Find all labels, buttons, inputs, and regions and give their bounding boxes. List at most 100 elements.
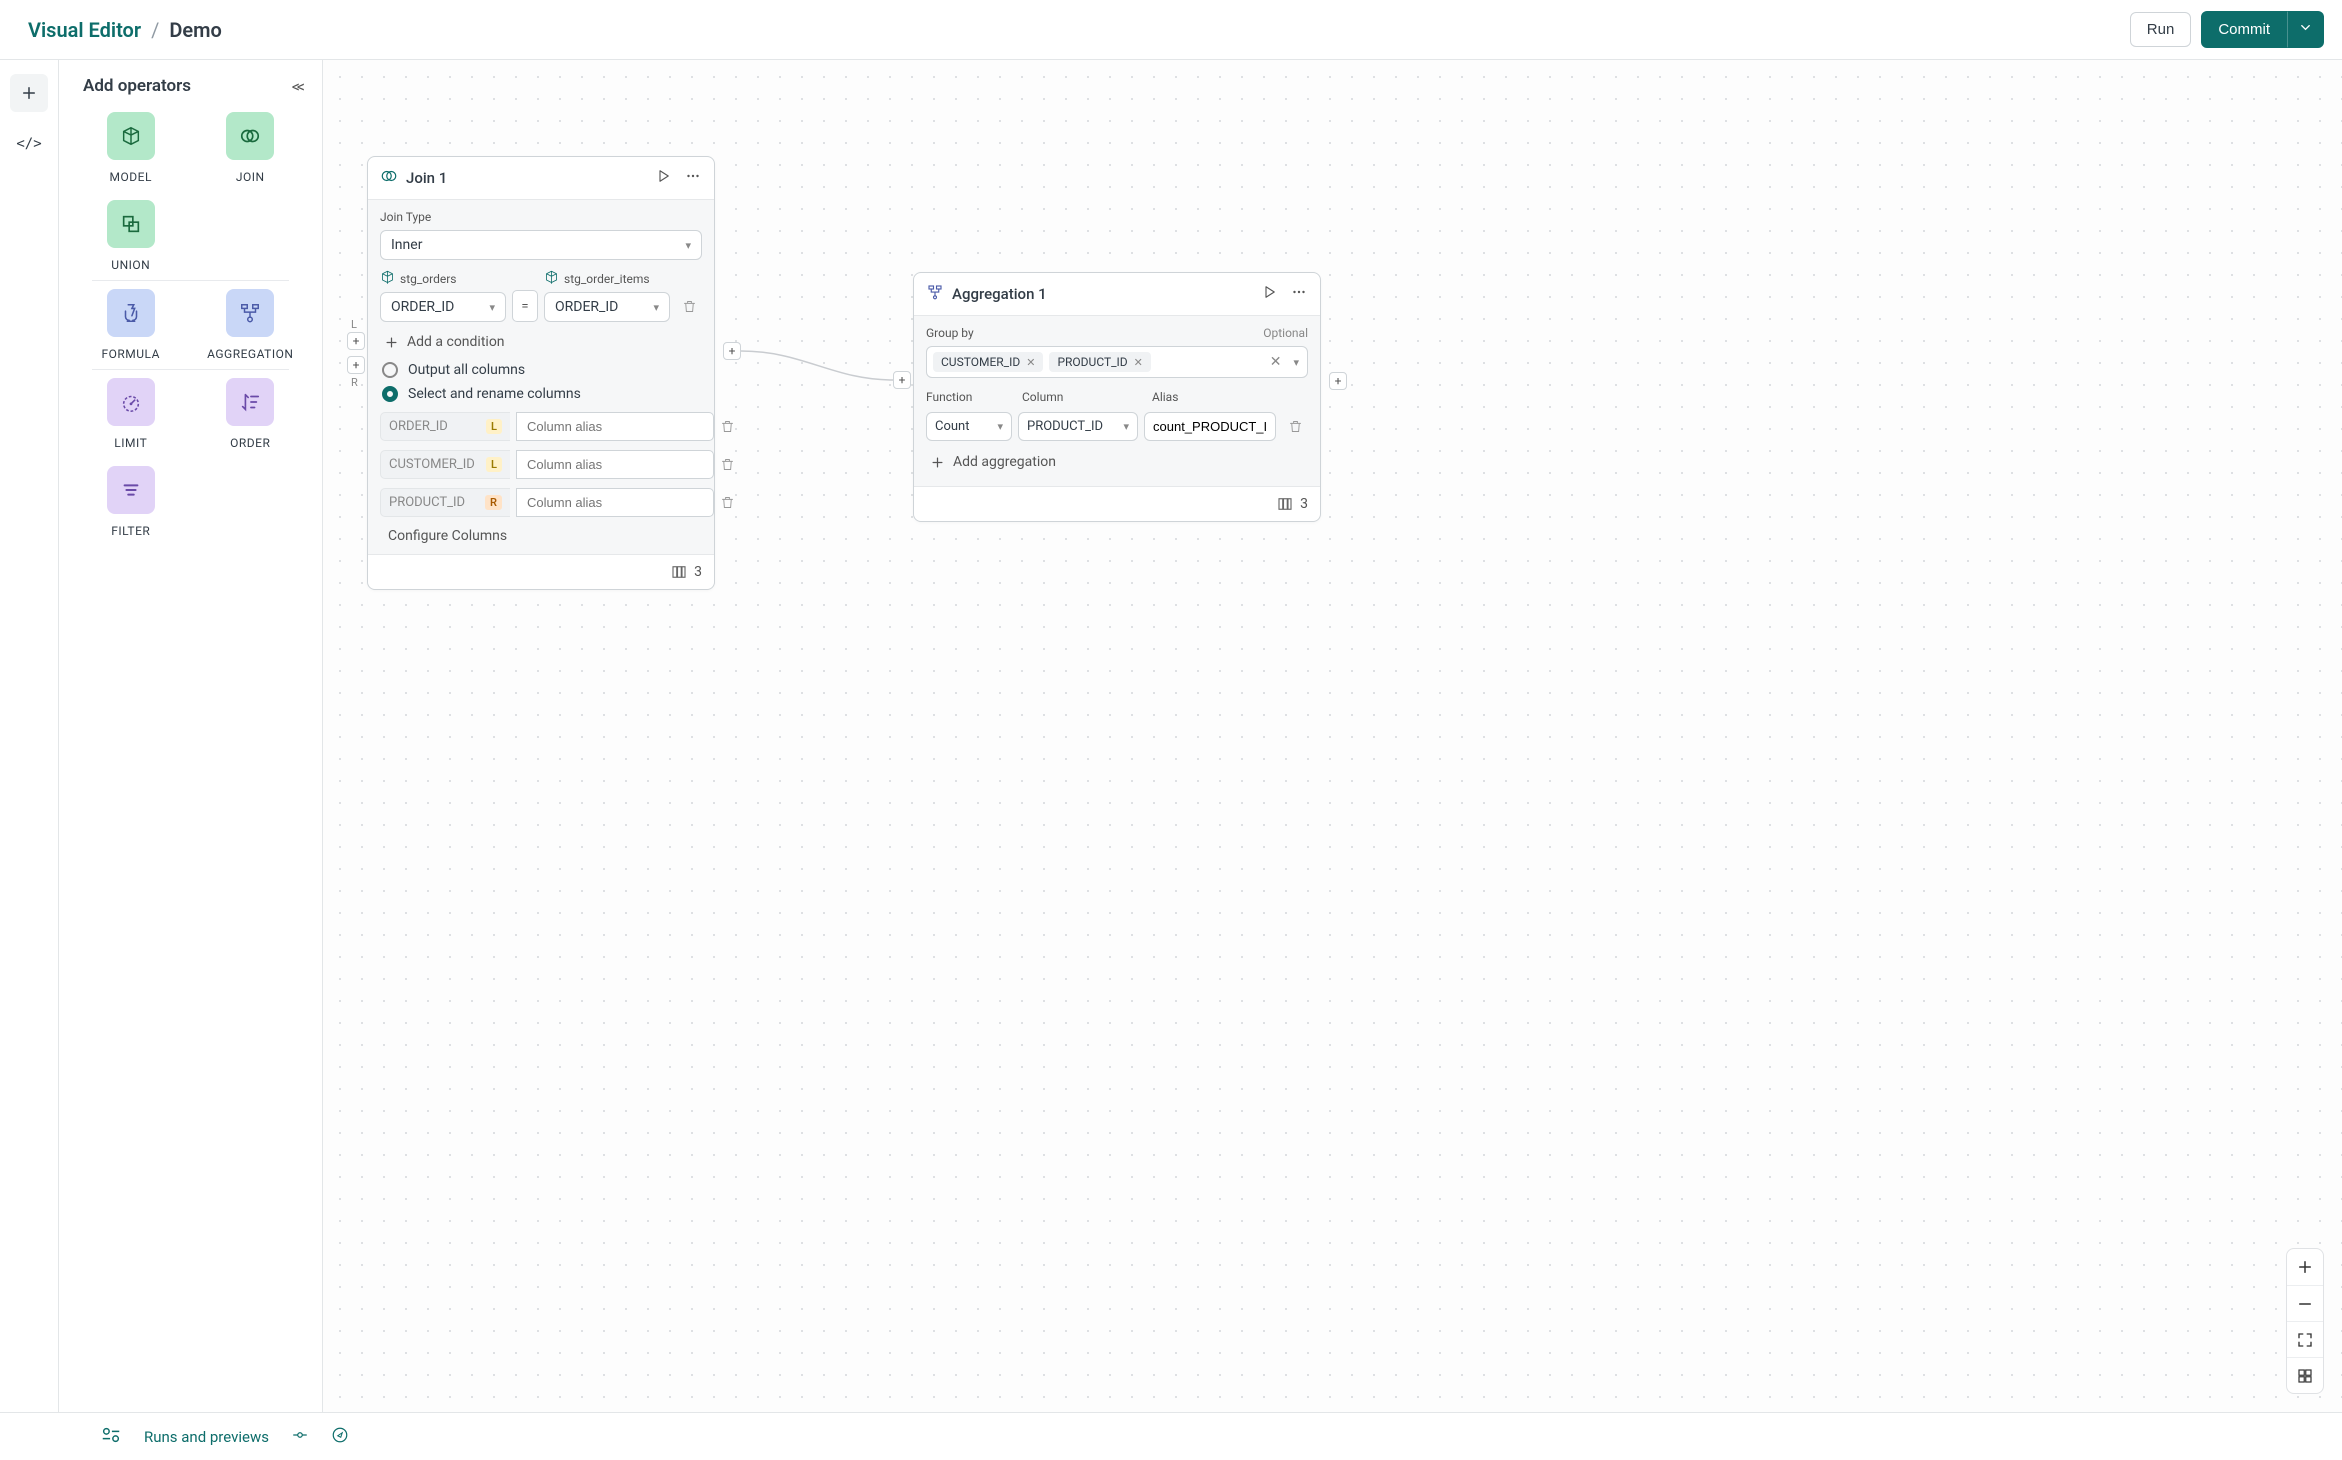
add-aggregation-label: Add aggregation — [953, 454, 1056, 470]
bottom-bar: Runs and previews — [0, 1412, 2342, 1460]
add-condition-button[interactable]: Add a condition — [384, 334, 702, 350]
group-by-chip: CUSTOMER_ID✕ — [933, 352, 1043, 372]
join-input-port-r[interactable]: + — [347, 356, 365, 374]
operator-label: JOIN — [236, 170, 265, 184]
join-node[interactable]: Join 1 Join Type Inner ▾ — [367, 156, 715, 590]
zoom-in-button[interactable] — [2287, 1249, 2323, 1285]
commit-graph-button[interactable] — [291, 1426, 309, 1448]
run-node-button[interactable] — [1260, 283, 1278, 305]
left-column-select[interactable]: ORDER_ID ▾ — [380, 292, 506, 322]
output-all-radio[interactable]: Output all columns — [382, 362, 702, 378]
column-alias-input[interactable] — [516, 488, 714, 517]
operator-label: LIMIT — [114, 436, 147, 450]
right-column-value: ORDER_ID — [555, 299, 618, 315]
operator-limit[interactable]: LIMIT — [71, 378, 191, 450]
commit-dropdown-button[interactable] — [2287, 11, 2324, 48]
join-icon — [226, 112, 274, 160]
join-type-select[interactable]: Inner ▾ — [380, 230, 702, 260]
run-node-button[interactable] — [654, 167, 672, 189]
add-panel-button[interactable] — [10, 74, 48, 112]
remove-chip-button[interactable]: ✕ — [1134, 356, 1143, 369]
run-button[interactable]: Run — [2130, 12, 2192, 47]
operator-union[interactable]: UNION — [71, 200, 191, 272]
aggregation-input-port[interactable]: + — [893, 371, 911, 389]
filter-icon — [107, 466, 155, 514]
formula-icon — [107, 289, 155, 337]
left-rail: </> — [0, 60, 58, 1412]
add-condition-label: Add a condition — [407, 334, 505, 350]
chevron-down-icon[interactable]: ▾ — [1291, 356, 1301, 369]
node-menu-button[interactable] — [1290, 283, 1308, 305]
union-icon — [107, 200, 155, 248]
operator-label: ORDER — [230, 436, 270, 450]
optional-label: Optional — [1263, 326, 1308, 340]
zoom-out-button[interactable] — [2287, 1285, 2323, 1321]
column-name: CUSTOMER_IDL — [380, 450, 510, 479]
right-column-select[interactable]: ORDER_ID ▾ — [544, 292, 670, 322]
plus-icon — [930, 455, 945, 470]
node-menu-button[interactable] — [684, 167, 702, 189]
output-all-label: Output all columns — [408, 362, 525, 378]
commit-button[interactable]: Commit — [2201, 11, 2287, 48]
radio-selected-icon — [382, 386, 398, 402]
play-icon — [1260, 283, 1278, 301]
aggregation-output-port[interactable]: + — [1329, 372, 1347, 390]
code-view-button[interactable]: </> — [16, 136, 41, 152]
breadcrumb-page[interactable]: Demo — [169, 18, 221, 42]
delete-column-button[interactable] — [720, 448, 735, 480]
group-by-input[interactable]: CUSTOMER_ID✕ PRODUCT_ID✕ ✕ ▾ — [926, 346, 1308, 378]
fullscreen-icon — [2296, 1331, 2314, 1349]
collapse-sidebar-button[interactable]: << — [292, 77, 302, 96]
select-rename-radio[interactable]: Select and rename columns — [382, 386, 702, 402]
group-by-chip: PRODUCT_ID✕ — [1049, 352, 1150, 372]
left-source-label: stg_orders — [400, 272, 456, 286]
compass-button[interactable] — [331, 1426, 349, 1448]
operator-filter[interactable]: FILTER — [71, 466, 191, 538]
configure-columns-button[interactable]: Configure Columns — [388, 528, 702, 544]
operator-order[interactable]: ORDER — [191, 378, 311, 450]
aggregation-node[interactable]: Aggregation 1 Group by Optional CUSTOMER… — [913, 272, 1321, 522]
canvas[interactable]: L + + R Join 1 — [323, 60, 2342, 1412]
aggregation-icon — [926, 283, 944, 305]
right-source-label: stg_order_items — [564, 272, 650, 286]
aggregation-footer-count: 3 — [1300, 496, 1308, 512]
runs-previews-button[interactable]: Runs and previews — [144, 1428, 269, 1446]
plus-icon — [384, 335, 399, 350]
add-aggregation-button[interactable]: Add aggregation — [930, 454, 1308, 470]
more-icon — [684, 167, 702, 185]
function-select[interactable]: Count ▾ — [926, 412, 1012, 441]
sidebar-divider — [92, 369, 290, 370]
operator-model[interactable]: MODEL — [71, 112, 191, 184]
zoom-fit-button[interactable] — [2287, 1321, 2323, 1357]
operator-formula[interactable]: FORMULA — [71, 289, 191, 361]
columns-icon — [670, 563, 688, 581]
delete-column-button[interactable] — [720, 410, 735, 442]
operator-join[interactable]: JOIN — [191, 112, 311, 184]
remove-chip-button[interactable]: ✕ — [1026, 356, 1035, 369]
alias-input[interactable] — [1144, 412, 1276, 441]
join-output-port[interactable]: + — [723, 342, 741, 360]
join-footer-count: 3 — [694, 564, 702, 580]
operator-aggregation[interactable]: AGGREGATION — [191, 289, 311, 361]
breadcrumb-app[interactable]: Visual Editor — [28, 18, 141, 42]
join-input-port-l[interactable]: + — [347, 332, 365, 350]
column-row: ORDER_IDL — [380, 410, 702, 442]
trash-icon — [682, 299, 697, 314]
trash-icon — [1288, 419, 1303, 434]
cube-icon — [380, 270, 395, 288]
delete-column-button[interactable] — [720, 486, 735, 518]
delete-aggregation-button[interactable] — [1282, 410, 1308, 442]
breadcrumb: Visual Editor / Demo — [28, 18, 222, 42]
condition-operator[interactable]: = — [512, 290, 538, 322]
column-alias-input[interactable] — [516, 450, 714, 479]
join-node-title: Join 1 — [406, 169, 447, 187]
column-alias-input[interactable] — [516, 412, 714, 441]
agg-column-select[interactable]: PRODUCT_ID ▾ — [1018, 412, 1138, 441]
zoom-grid-button[interactable] — [2287, 1357, 2323, 1393]
delete-condition-button[interactable] — [676, 290, 702, 322]
header: Visual Editor / Demo Run Commit — [0, 0, 2342, 60]
clear-chips-button[interactable]: ✕ — [1266, 354, 1286, 370]
cube-icon — [544, 270, 559, 288]
grid-icon — [2296, 1367, 2314, 1385]
sidebar-divider — [92, 280, 290, 281]
